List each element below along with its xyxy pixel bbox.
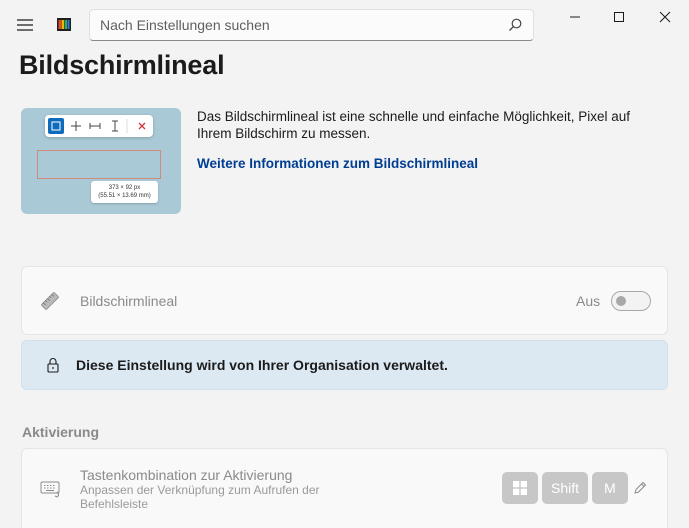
maximize-icon[interactable] — [608, 6, 630, 28]
managed-policy-text: Diese Einstellung wird von Ihrer Organis… — [76, 357, 448, 373]
lock-icon — [44, 356, 62, 374]
key-windows — [502, 472, 538, 504]
ruler-setting-label: Bildschirmlineal — [80, 293, 178, 309]
preview-size-px: 373 × 92 px — [108, 185, 141, 191]
keyboard-icon — [40, 479, 62, 499]
search-icon[interactable] — [507, 17, 523, 33]
search-input[interactable] — [90, 11, 490, 39]
close-icon[interactable] — [654, 6, 676, 28]
page-description: Das Bildschirmlineal ist eine schnelle u… — [197, 109, 630, 141]
minimize-icon[interactable] — [564, 6, 586, 28]
activation-section-title: Aktivierung — [22, 424, 100, 440]
toggle-knob — [616, 296, 626, 306]
ruler-preview-image: 373 × 92 px (55.51 × 13.69 mm) — [21, 108, 181, 214]
title-bar — [0, 0, 689, 48]
preview-measurement-tooltip: 373 × 92 px (55.51 × 13.69 mm) — [91, 181, 158, 203]
preview-toolbar — [45, 115, 153, 137]
activation-shortcut-card: Tastenkombination zur Aktivierung Anpass… — [21, 448, 668, 528]
preview-size-mm: (55.51 × 13.69 mm) — [98, 193, 151, 199]
app-logo-icon — [56, 16, 72, 32]
learn-more-link[interactable]: Weitere Informationen zum Bildschirmline… — [197, 156, 478, 171]
ruler-toggle-switch[interactable] — [611, 291, 651, 311]
toggle-state-label: Aus — [576, 293, 601, 309]
key-m: M — [592, 472, 628, 504]
ruler-icon — [40, 291, 60, 311]
edit-pencil-icon[interactable] — [632, 480, 648, 496]
shortcut-description: Anpassen der Verknüpfung zum Aufrufen de… — [80, 483, 320, 511]
page-title: Bildschirmlineal — [19, 50, 225, 80]
ruler-setting-card: Bildschirmlineal Aus — [21, 266, 668, 335]
search-box[interactable] — [89, 9, 534, 41]
windows-logo-icon — [513, 481, 527, 495]
shortcut-title: Tastenkombination zur Aktivierung — [80, 467, 293, 483]
preview-selection-frame — [37, 150, 161, 179]
hamburger-icon[interactable] — [14, 14, 36, 36]
key-shift: Shift — [542, 472, 588, 504]
managed-policy-banner: Diese Einstellung wird von Ihrer Organis… — [21, 340, 668, 390]
